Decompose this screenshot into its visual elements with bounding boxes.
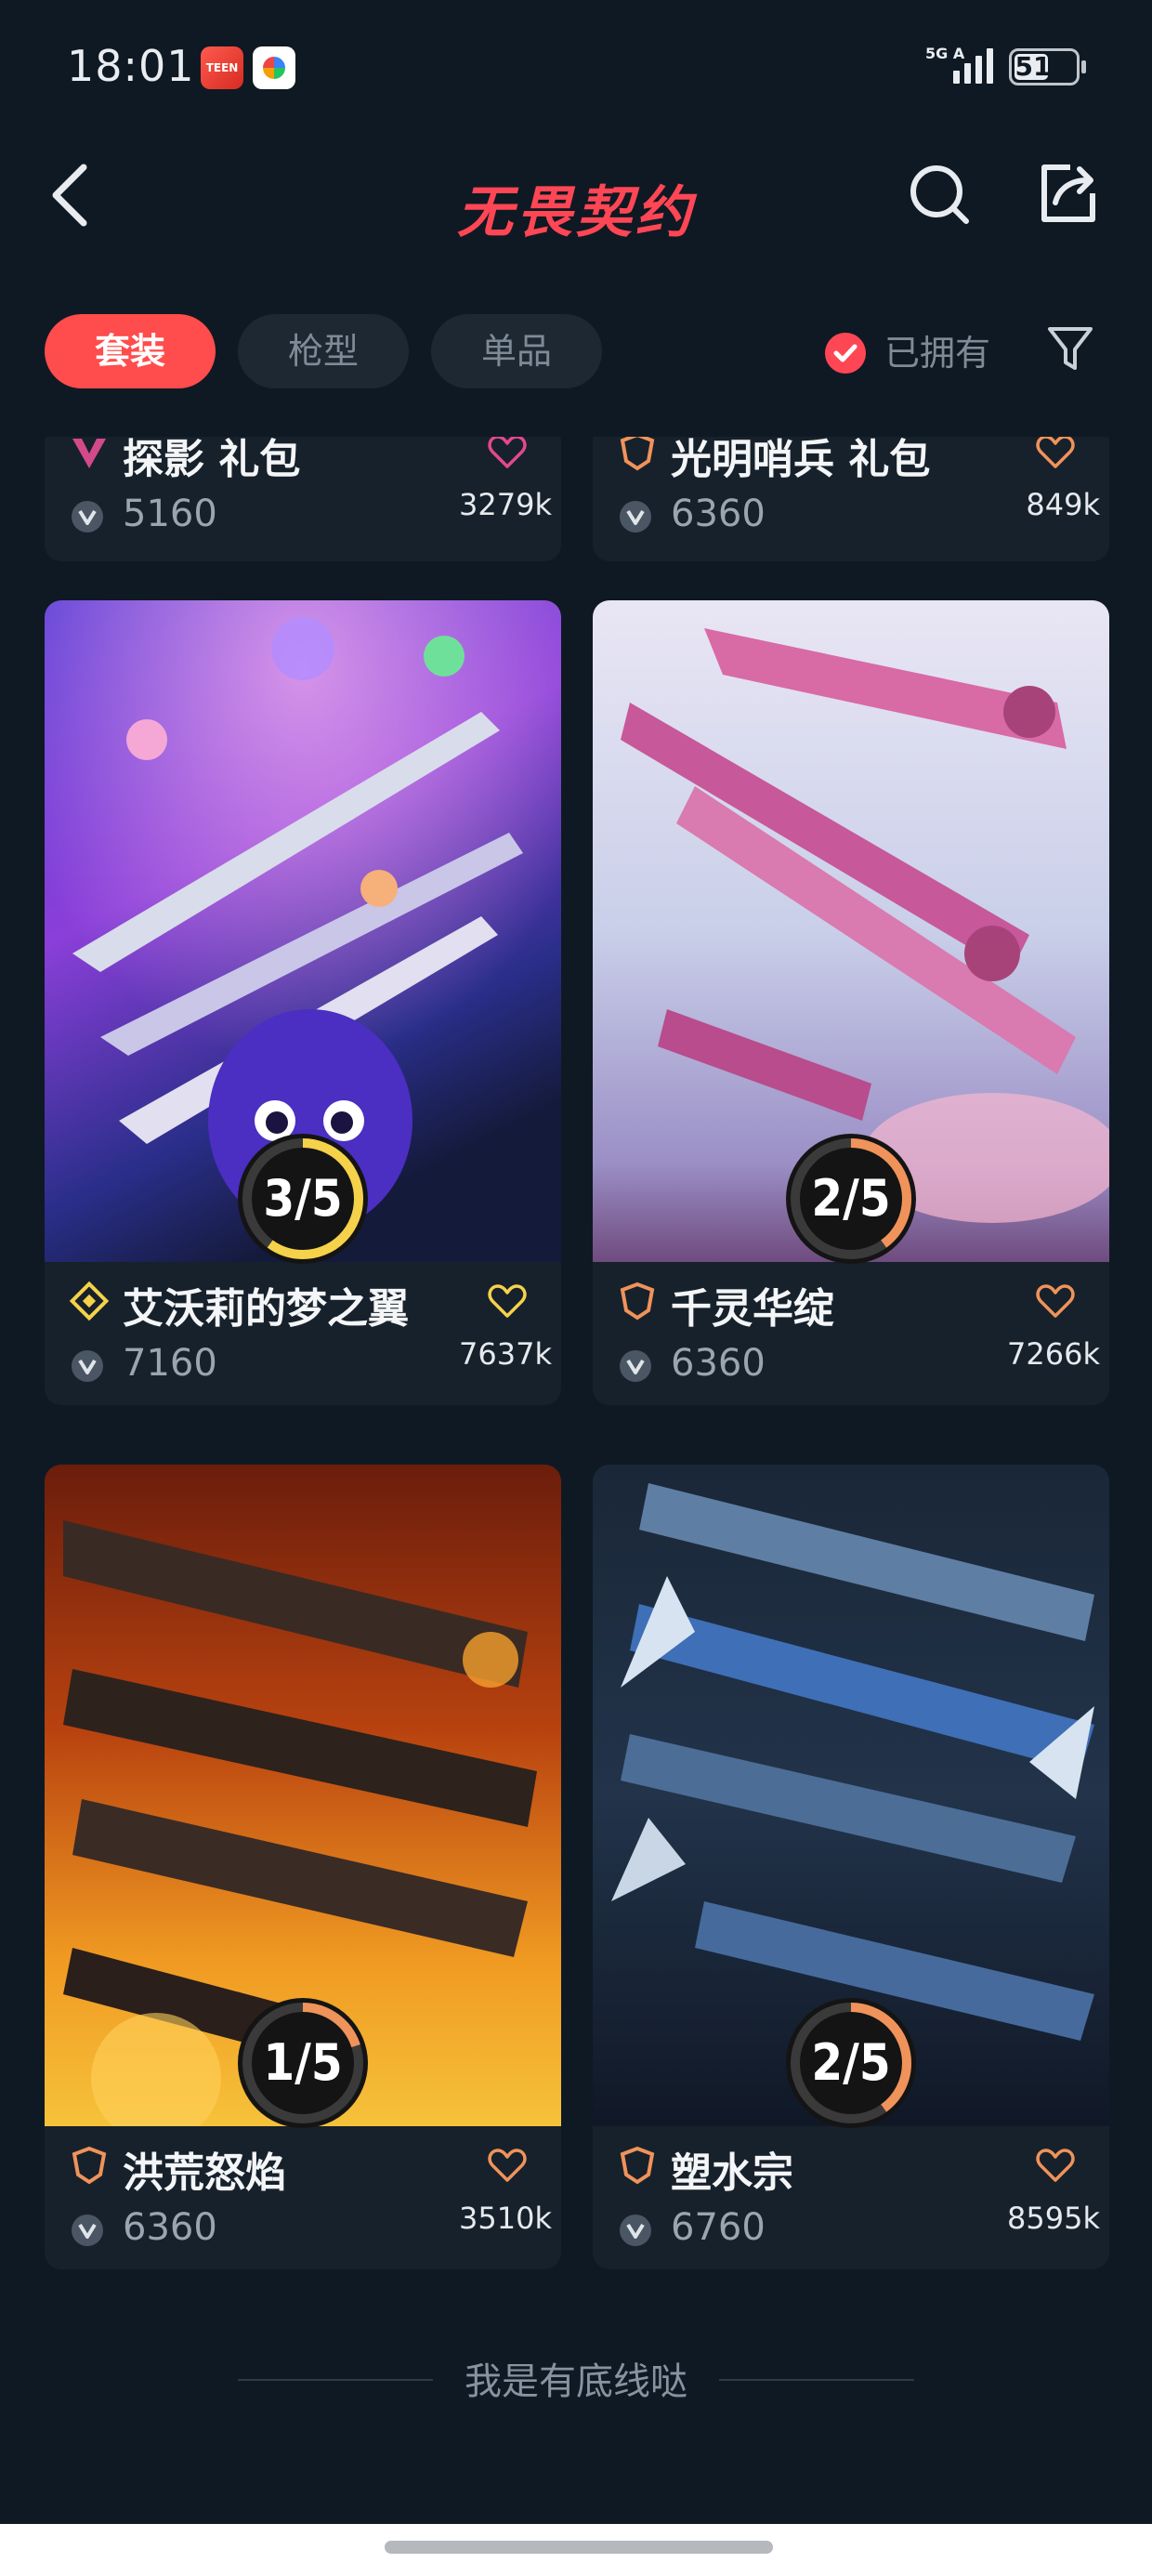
vp-currency-icon	[620, 501, 651, 532]
bundle-price: 6360	[123, 2206, 217, 2249]
like-count: 3510k	[459, 2201, 552, 2236]
signal-icon: 5G A	[925, 45, 996, 87]
notification-app-icon: TEEN	[201, 46, 243, 89]
bundle-card[interactable]: 光明哨兵 礼包 6360 849k	[593, 437, 1109, 561]
battery-icon: 51	[1009, 48, 1086, 85]
card-info: 洪荒怒焰 6360 3510k	[45, 2126, 561, 2269]
bundle-card[interactable]: 2/5 千灵华绽 6360 7266k	[593, 600, 1109, 1405]
filter-button[interactable]	[1046, 323, 1094, 375]
list-end-divider: 我是有底线哒	[0, 2351, 1152, 2407]
app-header: 无畏契约	[0, 139, 1152, 260]
search-icon	[910, 165, 969, 224]
owned-label: 已拥有	[884, 333, 991, 374]
tab-single-items[interactable]: 单品	[431, 314, 602, 388]
clock: 18:01	[67, 41, 195, 91]
card-info: 光明哨兵 礼包 6360 849k	[593, 437, 1109, 556]
system-nav-bar	[0, 2524, 1152, 2576]
progress-ring: 2/5	[782, 1130, 920, 1268]
bundle-price: 6360	[671, 493, 766, 535]
progress-ring: 2/5	[782, 1994, 920, 2132]
vp-currency-icon	[72, 501, 103, 532]
progress-label: 1/5	[263, 2033, 343, 2092]
page-title: 无畏契约	[457, 180, 695, 245]
card-info: 千灵华绽 6360 7266k	[593, 1262, 1109, 1405]
tier-icon	[620, 1281, 655, 1321]
heart-icon[interactable]	[1035, 437, 1076, 470]
tier-icon	[620, 2146, 655, 2185]
battery-level: 51	[1015, 51, 1052, 82]
progress-label: 2/5	[811, 2033, 891, 2092]
card-info: 探影 礼包 5160 3279k	[45, 437, 561, 556]
heart-icon[interactable]	[487, 437, 528, 470]
like-count: 7637k	[459, 1336, 552, 1372]
like-count: 7266k	[1007, 1336, 1100, 1372]
bundle-card[interactable]: 3/5 艾沃莉的梦之翼 7160 7637k	[45, 600, 561, 1405]
bundle-card[interactable]: 1/5 洪荒怒焰 6360 3510k	[45, 1465, 561, 2269]
share-icon	[1041, 164, 1095, 222]
bundle-grid: 探影 礼包 5160 3279k 光明哨兵 礼包 6360 849k 3/5 艾…	[0, 437, 1152, 2286]
bundle-name: 探影 礼包	[123, 437, 301, 483]
heart-icon[interactable]	[487, 2147, 528, 2184]
bundle-price: 5160	[123, 493, 217, 535]
like-count: 3279k	[459, 487, 552, 522]
checked-icon	[825, 333, 866, 374]
status-bar: 18:01 TEEN 5G A 51	[0, 0, 1152, 139]
heart-icon[interactable]	[1035, 2147, 1076, 2184]
tab-bundles[interactable]: 套装	[45, 314, 216, 388]
bundle-name: 光明哨兵 礼包	[671, 437, 931, 483]
vp-currency-icon	[620, 1350, 651, 1382]
funnel-icon	[1048, 327, 1093, 370]
tier-icon	[72, 439, 106, 468]
notification-app-icon-2	[253, 46, 295, 89]
divider-line	[719, 2379, 914, 2381]
like-count: 849k	[1026, 487, 1100, 522]
heart-icon[interactable]	[487, 1282, 528, 1320]
search-button[interactable]	[907, 162, 974, 229]
vp-currency-icon	[72, 1350, 103, 1382]
bundle-price: 7160	[123, 1342, 217, 1385]
progress-ring: 3/5	[234, 1130, 372, 1268]
list-end-text: 我是有底线哒	[465, 2360, 687, 2403]
network-type: 5G A	[925, 45, 965, 62]
tab-weapon-type[interactable]: 枪型	[238, 314, 409, 388]
like-count: 8595k	[1007, 2201, 1100, 2236]
progress-label: 3/5	[263, 1169, 343, 1228]
bundle-card[interactable]: 2/5 塑水宗 6760 8595k	[593, 1465, 1109, 2269]
heart-icon[interactable]	[1035, 1282, 1076, 1320]
tier-icon	[620, 437, 655, 471]
vp-currency-icon	[620, 2215, 651, 2246]
bundle-name: 塑水宗	[671, 2149, 793, 2197]
tier-icon	[69, 1281, 110, 1321]
vp-currency-icon	[72, 2215, 103, 2246]
bundle-price: 6360	[671, 1342, 766, 1385]
progress-label: 2/5	[811, 1169, 891, 1228]
bundle-name: 洪荒怒焰	[123, 2149, 286, 2197]
home-indicator[interactable]	[385, 2541, 773, 2554]
progress-ring: 1/5	[234, 1994, 372, 2132]
bundle-name: 艾沃莉的梦之翼	[123, 1285, 409, 1333]
card-info: 塑水宗 6760 8595k	[593, 2126, 1109, 2269]
tier-icon	[72, 2146, 107, 2185]
bundle-card[interactable]: 探影 礼包 5160 3279k	[45, 437, 561, 561]
share-button[interactable]	[1035, 160, 1102, 227]
card-info: 艾沃莉的梦之翼 7160 7637k	[45, 1262, 561, 1405]
filter-bar: 套装 枪型 单品 已拥有	[0, 307, 1152, 390]
bundle-name: 千灵华绽	[671, 1285, 834, 1333]
bundle-price: 6760	[671, 2206, 766, 2249]
